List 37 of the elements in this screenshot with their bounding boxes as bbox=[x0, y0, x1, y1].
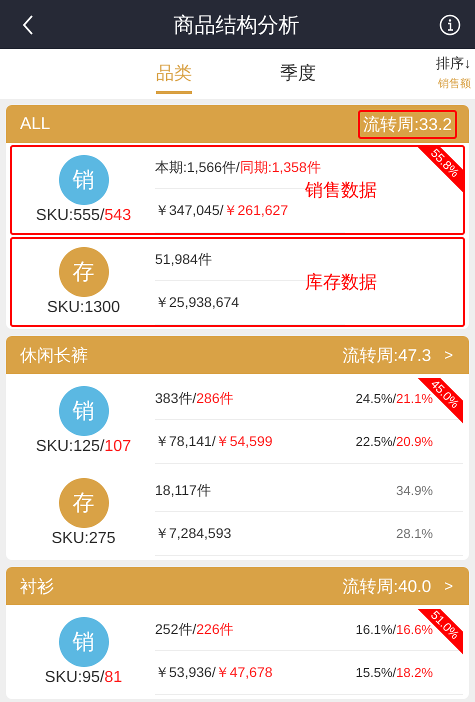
category-name: 衬衫 bbox=[20, 576, 54, 598]
amount-value: ￥78,141/￥54,599 bbox=[155, 420, 345, 464]
page-title: 商品结构分析 bbox=[174, 12, 300, 38]
amount-share: 22.5%/20.9% bbox=[345, 420, 463, 464]
amount-share: 28.1% bbox=[345, 512, 463, 556]
turnover-weeks: 流转周:40.0 bbox=[341, 576, 432, 598]
amount-value: ￥53,936/￥47,678 bbox=[155, 651, 345, 695]
amount-value: ￥7,284,593 bbox=[155, 512, 345, 556]
sku-count: SKU:125/107 bbox=[36, 438, 132, 456]
back-icon[interactable] bbox=[22, 14, 34, 34]
amount-share: 15.5%/18.2% bbox=[345, 651, 463, 695]
category-name: 休闲长裤 bbox=[20, 344, 88, 366]
category-name: ALL bbox=[20, 114, 50, 134]
sku-count: SKU:275 bbox=[51, 530, 116, 548]
category-tab[interactable]: 品类 bbox=[156, 59, 192, 94]
sales-badge: 销 bbox=[58, 386, 108, 436]
sales-badge: 销 bbox=[58, 617, 108, 667]
category-tab[interactable]: 季度 bbox=[280, 59, 316, 94]
stock-badge: 存 bbox=[58, 478, 108, 528]
sku-count: SKU:95/81 bbox=[44, 669, 122, 687]
quantity-value: 383件/286件 bbox=[155, 378, 345, 420]
quantity-share: 34.9% bbox=[345, 470, 463, 512]
sales-badge: 销 bbox=[58, 155, 108, 205]
category-header[interactable]: ALL 流转周:33.2 bbox=[6, 105, 469, 143]
stock-badge: 存 bbox=[58, 247, 108, 297]
quantity-value: 18,117件 bbox=[155, 470, 345, 512]
sort-button[interactable]: 排序↓ 销售额 bbox=[436, 55, 471, 91]
info-icon[interactable] bbox=[439, 14, 461, 36]
turnover-weeks: 流转周:33.2 bbox=[358, 110, 457, 138]
more-arrow[interactable]: > bbox=[444, 346, 457, 364]
quantity-value: 252件/226件 bbox=[155, 609, 345, 651]
category-header[interactable]: 衬衫 流转周:40.0 > bbox=[6, 567, 469, 605]
sku-count: SKU:1300 bbox=[47, 299, 120, 317]
more-arrow[interactable]: > bbox=[444, 578, 457, 594]
category-header[interactable]: 休闲长裤 流转周:47.3 > bbox=[6, 336, 469, 374]
turnover-weeks: 流转周:47.3 bbox=[341, 344, 432, 366]
sku-count: SKU:555/543 bbox=[36, 207, 132, 225]
